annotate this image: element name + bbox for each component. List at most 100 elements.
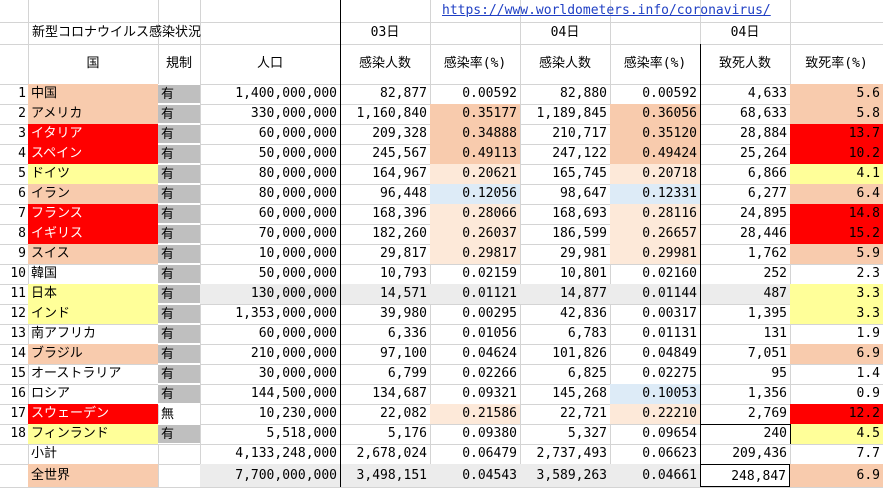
row-number: 6 [18,186,26,201]
world-inf03: 3,498,151 [340,464,430,487]
fatality-cell: 5.8 [790,104,883,124]
regulation-cell: 有 [158,304,200,324]
regulation-cell: 有 [158,284,200,304]
country-name[interactable]: イギリス [28,224,158,244]
infected-03-cell: 82,877 [380,86,427,101]
fatality-cell: 3.3 [790,284,883,304]
rate-03-cell: 0.09380 [462,426,517,441]
header-country: 国 [86,56,100,71]
infected-03-cell: 97,100 [380,346,427,361]
row-number: 14 [10,346,26,361]
fatality-cell: 0.9 [856,386,880,401]
row-number: 18 [10,426,26,441]
rate-04-cell: 0.04849 [642,346,697,361]
subtotal-rate03: 0.06479 [462,446,517,461]
subtotal-deaths: 209,436 [732,446,787,461]
population-cell: 50,000,000 [258,266,337,281]
world-fat: 6.9 [790,464,883,487]
world-label: 全世界 [28,464,158,487]
row-number: 17 [10,406,26,421]
deaths-cell: 6,866 [747,166,787,181]
country-name[interactable]: ドイツ [28,164,158,184]
rate-03-cell: 0.28066 [430,204,520,224]
country-name[interactable]: ブラジル [28,344,158,364]
rate-04-cell: 0.01144 [610,284,700,304]
country-name[interactable]: アメリカ [28,104,158,124]
country-name[interactable]: スペイン [28,144,158,164]
country-name[interactable]: 中国 [28,84,158,104]
regulation-cell: 有 [158,424,200,444]
rate-04-cell: 0.26657 [610,224,700,244]
population-cell: 30,000,000 [258,366,337,381]
country-name[interactable]: 南アフリカ [28,324,158,344]
deaths-cell: 68,633 [740,106,787,121]
subtotal-fat: 7.7 [856,446,880,461]
deaths-cell: 24,895 [740,206,787,221]
country-name[interactable]: スウェーデン [28,404,158,424]
column-rule [340,0,341,487]
worldometers-link[interactable]: https://www.worldometers.info/coronaviru… [430,0,790,22]
rate-04-cell: 0.35120 [610,124,700,144]
header-deaths: 致死人数 [718,56,771,71]
deaths-cell: 252 [763,266,787,281]
rate-04-cell: 0.22210 [610,404,700,424]
country-name[interactable]: イラン [28,184,158,204]
infected-04-cell: 168,693 [552,206,607,221]
deaths-cell: 487 [700,284,790,304]
regulation-cell: 有 [158,84,200,104]
deaths-cell: 1,395 [747,306,787,321]
rate-03-cell: 0.02266 [462,366,517,381]
rate-03-cell: 0.01056 [462,326,517,341]
country-name[interactable]: 韓国 [28,264,158,284]
country-name[interactable]: イタリア [28,124,158,144]
infected-04-cell: 145,268 [552,386,607,401]
day-label-04-infected: 04日 [550,25,580,40]
rate-03-cell: 0.12056 [430,184,520,204]
population-cell: 80,000,000 [258,186,337,201]
infected-03-cell: 168,396 [372,206,427,221]
fatality-cell: 15.2 [790,224,883,244]
fatality-cell: 14.8 [790,204,883,224]
population-cell: 330,000,000 [250,106,337,121]
regulation-cell: 有 [158,384,200,404]
country-name[interactable]: インド [28,304,158,324]
infected-04-cell: 1,189,845 [536,106,607,121]
infected-03-cell: 209,328 [372,126,427,141]
regulation-cell: 有 [158,164,200,184]
fatality-cell: 1.4 [856,366,880,381]
rate-03-cell: 0.01121 [430,284,520,304]
infected-03-cell: 6,336 [387,326,427,341]
regulation-cell: 有 [158,144,200,164]
infected-04-cell: 29,981 [560,246,607,261]
rate-04-cell: 0.12331 [610,184,700,204]
fatality-cell: 5.9 [790,244,883,264]
row-number: 2 [18,106,26,121]
country-name[interactable]: オーストラリア [28,364,158,384]
regulation-cell: 有 [158,124,200,144]
rate-03-cell: 0.35177 [430,104,520,124]
country-name[interactable]: スイス [28,244,158,264]
country-name[interactable]: フィンランド [28,424,158,444]
regulation-cell: 有 [158,104,200,124]
infected-04-cell: 186,599 [552,226,607,241]
population-cell: 5,518,000 [266,426,337,441]
rate-03-cell: 0.26037 [430,224,520,244]
regulation-cell: 無 [158,404,200,424]
country-name[interactable]: 日本 [28,284,158,304]
population-cell: 210,000,000 [250,346,337,361]
header-infected-04: 感染人数 [538,56,591,71]
deaths-cell: 1,762 [747,246,787,261]
header-fatality: 致死率(%) [805,56,868,71]
row-number: 15 [10,366,26,381]
fatality-cell: 5.6 [790,84,883,104]
spreadsheet-grid[interactable]: 新型コロナウイルス感染状況 https://www.worldometers.in… [0,0,883,488]
fatality-cell: 6.9 [790,344,883,364]
country-name[interactable]: フランス [28,204,158,224]
deaths-cell: 6,277 [747,186,787,201]
country-name[interactable]: ロシア [28,384,158,404]
regulation-cell: 有 [158,244,200,264]
row-number: 7 [18,206,26,221]
rate-04-cell: 0.36056 [610,104,700,124]
deaths-cell: 131 [763,326,787,341]
population-cell: 60,000,000 [258,206,337,221]
